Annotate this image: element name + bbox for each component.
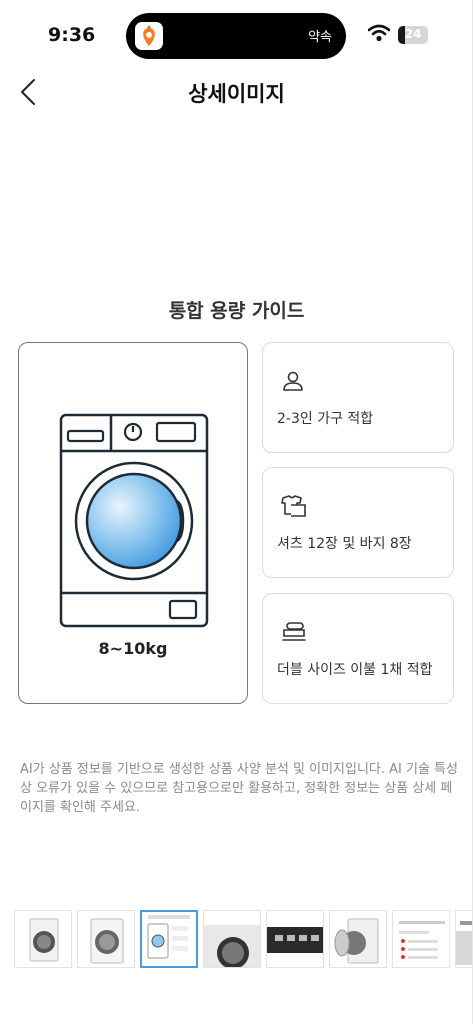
status-bar: 9:36 약속 24	[0, 0, 473, 64]
info-card-household: 2-3인 가구 적합	[262, 342, 454, 453]
thumbnail-6[interactable]	[329, 910, 387, 968]
wifi-icon	[367, 24, 391, 46]
washing-machine-icon	[59, 413, 209, 628]
bedding-icon	[282, 622, 306, 641]
person-icon	[283, 371, 303, 391]
info-card-bedding: 더블 사이즈 이불 1채 적합	[262, 593, 454, 704]
thumbnail-2[interactable]	[77, 910, 135, 968]
battery-level: 24	[404, 27, 422, 41]
page-title: 상세이미지	[188, 82, 285, 106]
thumbnail-strip[interactable]	[14, 910, 473, 970]
app-header: 상세이미지	[0, 64, 473, 120]
info-card-label: 2-3인 가구 적합	[277, 411, 374, 427]
shirt-icon	[281, 495, 306, 517]
status-time: 9:36	[48, 24, 96, 46]
battery-indicator: 24	[398, 26, 428, 44]
thumbnail-8[interactable]	[455, 910, 473, 968]
capacity-card: 8~10kg	[18, 342, 248, 704]
info-card-clothes: 셔츠 12장 및 바지 8장	[262, 467, 454, 578]
info-card-label: 더블 사이즈 이불 1채 적합	[277, 662, 433, 678]
carrot-app-icon	[135, 22, 163, 50]
thumbnail-1[interactable]	[14, 910, 72, 968]
capacity-value: 8~10kg	[98, 639, 168, 658]
live-activity-label: 약속	[308, 30, 332, 45]
guide-title: 통합 용량 가이드	[168, 300, 305, 322]
ai-disclaimer: AI가 상품 정보를 기반으로 생성한 상품 사양 분석 및 이미지입니다. A…	[20, 762, 458, 815]
info-card-label: 셔츠 12장 및 바지 8장	[277, 536, 412, 552]
thumbnail-3[interactable]	[140, 910, 198, 968]
thumbnail-5[interactable]	[266, 910, 324, 968]
dynamic-island[interactable]: 약속	[126, 13, 346, 59]
thumbnail-4[interactable]	[203, 910, 261, 968]
thumbnail-7[interactable]	[392, 910, 450, 968]
